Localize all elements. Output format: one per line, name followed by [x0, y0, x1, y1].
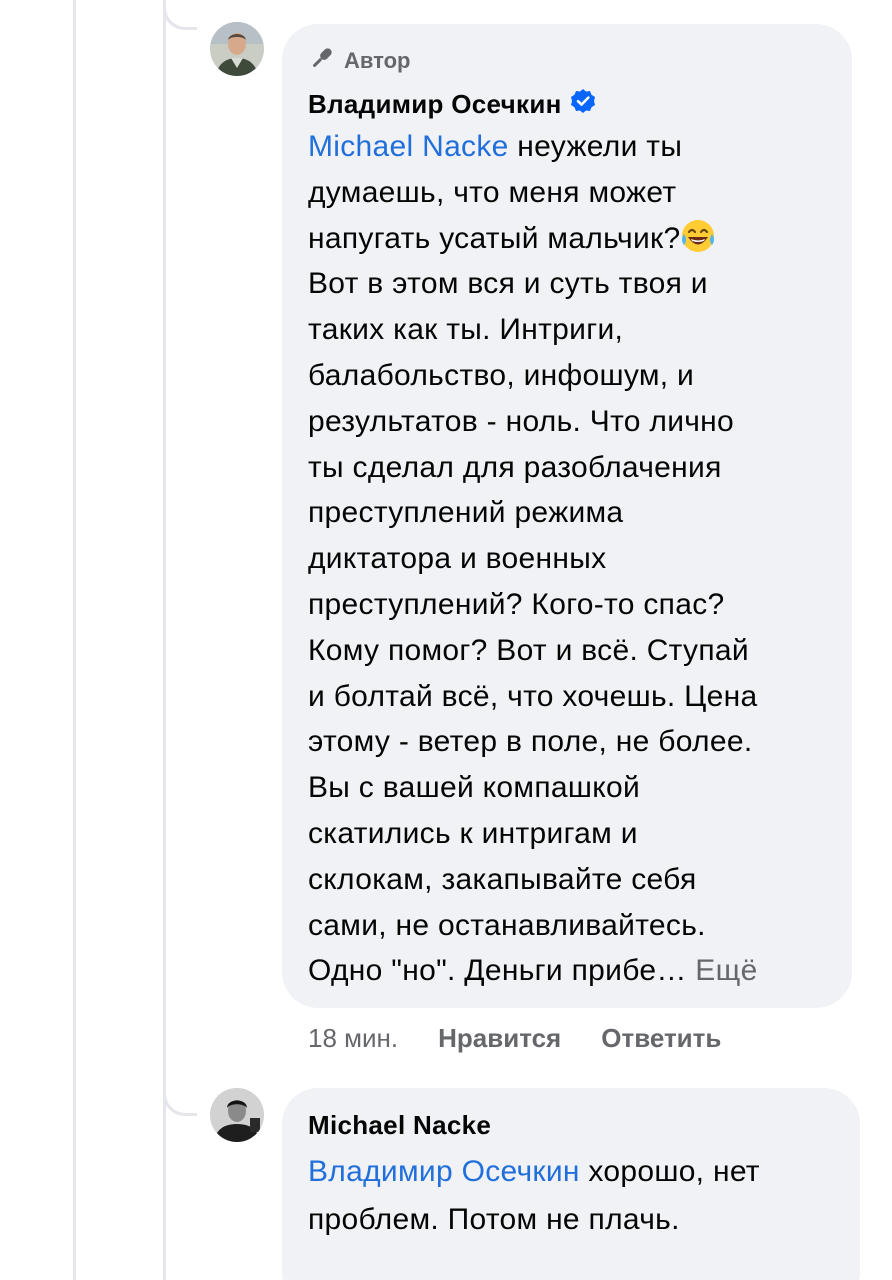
- verified-badge-icon: [570, 88, 596, 121]
- avatar-vladimir[interactable]: [210, 22, 264, 76]
- text-line: скатились к интригам и: [308, 816, 638, 850]
- laughing-crying-emoji-icon: [680, 218, 716, 254]
- reply-connector: [163, 1090, 197, 1116]
- reply-connector: [163, 4, 197, 30]
- text-line: проблем. Потом не плачь.: [308, 1203, 680, 1236]
- text-line: сами, не останавливайтесь.: [308, 908, 706, 942]
- text-line: хорошо, нет: [579, 1155, 760, 1188]
- author-badge-label: Автор: [344, 48, 411, 73]
- see-more-link[interactable]: Ещё: [695, 954, 757, 987]
- author-badge: Автор: [308, 44, 826, 78]
- text-line: таких как ты. Интриги,: [308, 313, 624, 347]
- comment-text: Владимир Осечкин хорошо, нет проблем. По…: [308, 1148, 834, 1244]
- text-line: думаешь, что меня может: [308, 175, 677, 209]
- text-line: напугать усатый мальчик?: [308, 221, 681, 255]
- text-line: этому - ветер в поле, не более.: [308, 725, 753, 759]
- comment-bubble: Michael Nacke Владимир Осечкин хорошо, н…: [282, 1088, 860, 1280]
- text-line: преступлений? Кого-то спас?: [308, 587, 725, 621]
- comment-author[interactable]: Michael Nacke: [308, 1106, 834, 1144]
- text-line: неужели ты: [508, 130, 683, 163]
- comment-actions: 18 мин. Нравится Ответить: [308, 1018, 761, 1058]
- text-line: Вот в этом вся и суть твоя и: [308, 267, 708, 301]
- microphone-icon: [308, 44, 336, 78]
- comment-text: Michael Nacke неужели ты думаешь, что ме…: [308, 124, 826, 994]
- reply-button[interactable]: Ответить: [601, 1023, 721, 1054]
- text-line: и болтай всё, что хочешь. Цена: [308, 679, 758, 713]
- comment-author[interactable]: Владимир Осечкин: [308, 84, 826, 124]
- text-line: Вы с вашей компашкой: [308, 771, 641, 805]
- avatar-michael[interactable]: [210, 1088, 264, 1142]
- thread-line-inner: [163, 0, 166, 1280]
- comment-timestamp[interactable]: 18 мин.: [308, 1023, 398, 1054]
- text-line: ты сделал для разоблачения: [308, 450, 722, 484]
- text-line: Одно "но". Деньги прибе…: [308, 954, 687, 988]
- thread-line-outer: [73, 0, 76, 1280]
- author-name[interactable]: Владимир Осечкин: [308, 89, 562, 120]
- text-line: результатов - ноль. Что лично: [308, 404, 735, 438]
- text-line: диктатора и военных: [308, 542, 607, 576]
- comment-bubble: Автор Владимир Осечкин Michael Nacke неу…: [282, 24, 852, 1008]
- text-line: склокам, закапывайте себя: [308, 862, 697, 896]
- text-line: преступлений режима: [308, 496, 624, 530]
- text-line: балабольство, инфошум, и: [308, 358, 695, 392]
- like-button[interactable]: Нравится: [438, 1023, 561, 1054]
- mention-link[interactable]: Michael Nacke: [308, 130, 509, 163]
- text-line: Кому помог? Вот и всё. Ступай: [308, 633, 749, 667]
- mention-link[interactable]: Владимир Осечкин: [308, 1155, 580, 1188]
